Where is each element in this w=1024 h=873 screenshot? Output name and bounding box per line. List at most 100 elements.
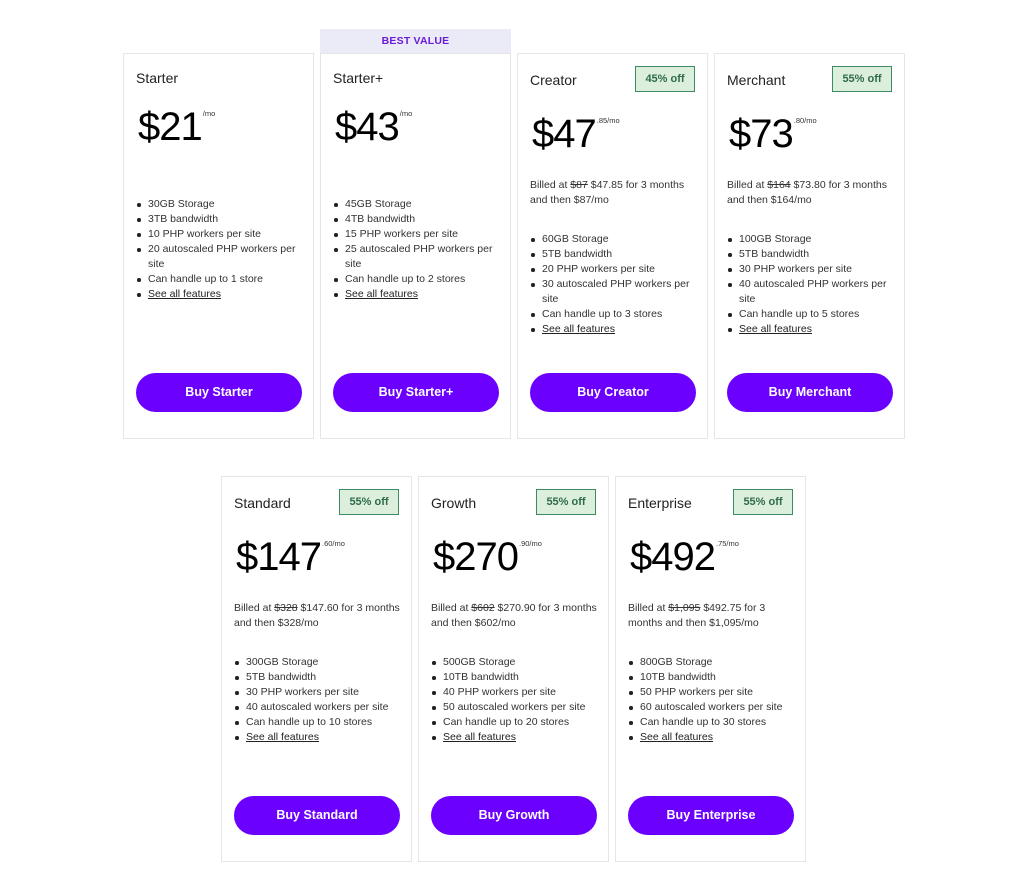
feature-item: Can handle up to 20 stores: [431, 715, 603, 730]
discount-badge: 55% off: [832, 66, 892, 92]
feature-item: Can handle up to 30 stores: [628, 715, 800, 730]
original-price: $328: [274, 602, 298, 614]
plan-card-creator: Creator 45% off $47.85/mo Billed at $87 $47…: [517, 53, 708, 439]
see-all-features-link[interactable]: See all features: [739, 323, 812, 335]
feature-item: 100GB Storage: [727, 232, 899, 247]
feature-list: 100GB Storage 5TB bandwidth 30 PHP workers…: [727, 232, 899, 337]
original-price: $87: [570, 179, 588, 191]
buy-merchant-button[interactable]: Buy Merchant: [727, 373, 893, 412]
billing-note: Billed at $87 $47.85 for 3 months and th…: [530, 179, 685, 206]
feature-item: 800GB Storage: [628, 655, 800, 670]
billing-note: Billed at $164 $73.80 for 3 months and t…: [727, 179, 887, 206]
feature-item: Can handle up to 2 stores: [333, 272, 505, 287]
billing-note: Billed at $602 $270.90 for 3 months and …: [431, 602, 597, 629]
price-cents-period: /mo: [399, 109, 413, 118]
feature-item: 5TB bandwidth: [727, 247, 899, 262]
feature-item: 20 PHP workers per site: [530, 262, 702, 277]
price: $270.90/mo: [433, 534, 542, 580]
feature-item: 40 autoscaled workers per site: [234, 700, 406, 715]
feature-item: 3TB bandwidth: [136, 212, 308, 227]
price-amount: $73: [729, 112, 794, 156]
feature-item: See all features: [234, 730, 406, 745]
price: $147.60/mo: [236, 534, 345, 580]
price: $492.75/mo: [630, 534, 739, 580]
discount-badge: 55% off: [339, 489, 399, 515]
billing-note: Billed at $1,095 $492.75 for 3 months an…: [628, 602, 766, 629]
feature-item: 300GB Storage: [234, 655, 406, 670]
buy-growth-button[interactable]: Buy Growth: [431, 796, 597, 835]
price-amount: $21: [138, 105, 203, 149]
feature-item: See all features: [333, 287, 505, 302]
see-all-features-link[interactable]: See all features: [246, 731, 319, 743]
feature-item: 30 PHP workers per site: [234, 685, 406, 700]
price-amount: $270: [433, 535, 519, 579]
price: $47.85/mo: [532, 111, 620, 157]
see-all-features-link[interactable]: See all features: [542, 323, 615, 335]
feature-item: 30 PHP workers per site: [727, 262, 899, 277]
plan-name: Growth: [431, 495, 477, 511]
plan-card-growth: Growth 55% off $270.90/mo Billed at $602 $2…: [418, 476, 609, 862]
feature-item: 10TB bandwidth: [431, 670, 603, 685]
price-amount: $47: [532, 112, 597, 156]
buy-creator-button[interactable]: Buy Creator: [530, 373, 696, 412]
feature-item: 40 autoscaled PHP workers per site: [727, 277, 899, 307]
price-cents-period: .75/mo: [715, 539, 739, 548]
discount-badge: 45% off: [635, 66, 695, 92]
buy-standard-button[interactable]: Buy Standard: [234, 796, 400, 835]
price: $43/mo: [335, 104, 412, 150]
feature-item: 40 PHP workers per site: [431, 685, 603, 700]
see-all-features-link[interactable]: See all features: [640, 731, 713, 743]
plan-name: Starter: [136, 70, 179, 86]
price-amount: $43: [335, 105, 400, 149]
feature-item: See all features: [628, 730, 800, 745]
feature-list: 60GB Storage 5TB bandwidth 20 PHP workers …: [530, 232, 702, 337]
plan-card-standard: Standard 55% off $147.60/mo Billed at $328 …: [221, 476, 412, 862]
price-cents-period: .80/mo: [793, 116, 817, 125]
original-price: $164: [767, 179, 791, 191]
plan-name: Merchant: [727, 72, 786, 88]
feature-item: See all features: [530, 322, 702, 337]
feature-list: 500GB Storage 10TB bandwidth 40 PHP worker…: [431, 655, 603, 745]
buy-starter-button[interactable]: Buy Starter: [136, 373, 302, 412]
price-amount: $492: [630, 535, 716, 579]
feature-item: See all features: [727, 322, 899, 337]
feature-item: Can handle up to 5 stores: [727, 307, 899, 322]
price: $21/mo: [138, 104, 215, 150]
see-all-features-link[interactable]: See all features: [345, 288, 418, 300]
feature-item: 15 PHP workers per site: [333, 227, 505, 242]
feature-item: 50 autoscaled workers per site: [431, 700, 603, 715]
feature-item: See all features: [431, 730, 603, 745]
feature-item: 30GB Storage: [136, 197, 308, 212]
price: $73.80/mo: [729, 111, 817, 157]
feature-list: 30GB Storage 3TB bandwidth 10 PHP workers …: [136, 197, 308, 302]
original-price: $1,095: [668, 602, 701, 614]
plan-card-starter-plus: Starter+ $43/mo 45GB Storage 4TB bandwidth 1…: [320, 53, 511, 439]
plan-card-merchant: Merchant 55% off $73.80/mo Billed at $164 $…: [714, 53, 905, 439]
price-cents-period: /mo: [202, 109, 216, 118]
feature-list: 300GB Storage 5TB bandwidth 30 PHP workers…: [234, 655, 406, 745]
feature-item: 60 autoscaled workers per site: [628, 700, 800, 715]
feature-list: 800GB Storage 10TB bandwidth 50 PHP worker…: [628, 655, 800, 745]
feature-item: 4TB bandwidth: [333, 212, 505, 227]
best-value-banner: BEST VALUE: [320, 29, 511, 53]
feature-item: 30 autoscaled PHP workers per site: [530, 277, 702, 307]
feature-item: Can handle up to 1 store: [136, 272, 308, 287]
discount-badge: 55% off: [733, 489, 793, 515]
feature-item: See all features: [136, 287, 308, 302]
buy-starter-plus-button[interactable]: Buy Starter+: [333, 373, 499, 412]
plan-name: Creator: [530, 72, 577, 88]
plan-card-starter: Starter $21/mo 30GB Storage 3TB bandwidth 10…: [123, 53, 314, 439]
feature-item: 45GB Storage: [333, 197, 505, 212]
plan-card-enterprise: Enterprise 55% off $492.75/mo Billed at $1,…: [615, 476, 806, 862]
price-cents-period: .60/mo: [321, 539, 345, 548]
see-all-features-link[interactable]: See all features: [148, 288, 221, 300]
price-cents-period: .90/mo: [518, 539, 542, 548]
buy-enterprise-button[interactable]: Buy Enterprise: [628, 796, 794, 835]
plan-name: Starter+: [333, 70, 384, 86]
price-cents-period: .85/mo: [596, 116, 620, 125]
feature-item: Can handle up to 3 stores: [530, 307, 702, 322]
see-all-features-link[interactable]: See all features: [443, 731, 516, 743]
feature-item: 5TB bandwidth: [530, 247, 702, 262]
feature-item: 5TB bandwidth: [234, 670, 406, 685]
feature-item: 60GB Storage: [530, 232, 702, 247]
